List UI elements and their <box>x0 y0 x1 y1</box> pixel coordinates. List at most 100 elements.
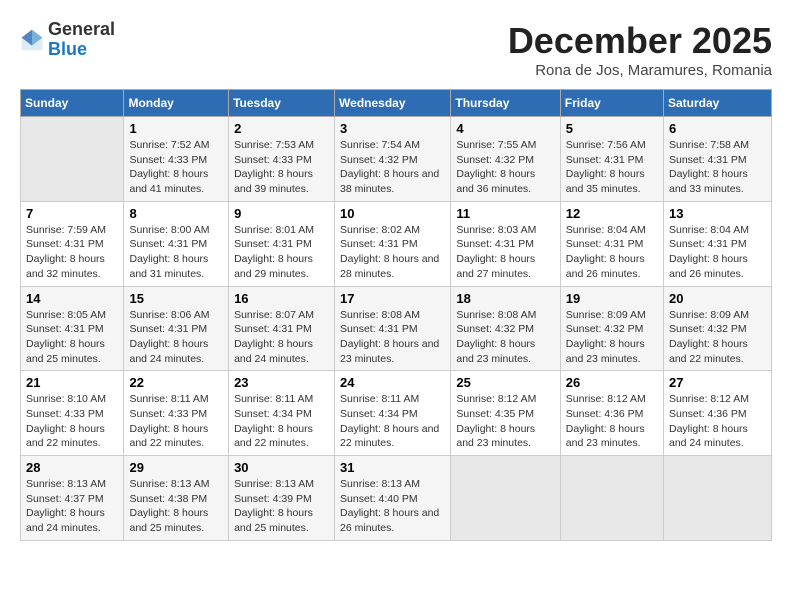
calendar-cell: 6Sunrise: 7:58 AMSunset: 4:31 PMDaylight… <box>664 117 772 202</box>
cell-content: Sunrise: 7:59 AMSunset: 4:31 PMDaylight:… <box>26 223 118 282</box>
calendar-week-row: 1Sunrise: 7:52 AMSunset: 4:33 PMDaylight… <box>21 117 772 202</box>
cell-content: Sunrise: 8:11 AMSunset: 4:34 PMDaylight:… <box>234 392 329 451</box>
calendar-cell: 26 Sunrise: 8:12 AMSunset: 4:36 PMDayligh… <box>560 371 663 456</box>
day-number: 7 <box>26 206 118 221</box>
cell-content: Sunrise: 8:02 AMSunset: 4:31 PMDaylight:… <box>340 223 445 282</box>
calendar-cell: 10 Sunrise: 8:02 AMSunset: 4:31 PMDayligh… <box>335 201 451 286</box>
cell-content: Sunrise: 7:58 AMSunset: 4:31 PMDaylight:… <box>669 138 766 197</box>
day-number: 31 <box>340 460 445 475</box>
calendar-cell <box>664 456 772 541</box>
calendar-week-row: 14 Sunrise: 8:05 AMSunset: 4:31 PMDayligh… <box>21 286 772 371</box>
logo-icon <box>20 28 44 52</box>
calendar-cell: 24 Sunrise: 8:11 AMSunset: 4:34 PMDayligh… <box>335 371 451 456</box>
cell-content: Sunrise: 8:11 AMSunset: 4:34 PMDaylight:… <box>340 392 445 451</box>
logo-text: General Blue <box>48 20 115 60</box>
cell-content: Sunrise: 8:10 AMSunset: 4:33 PMDaylight:… <box>26 392 118 451</box>
cell-content: Sunrise: 8:09 AMSunset: 4:32 PMDaylight:… <box>669 308 766 367</box>
calendar-cell: 13 Sunrise: 8:04 AMSunset: 4:31 PMDayligh… <box>664 201 772 286</box>
day-number: 9 <box>234 206 329 221</box>
calendar-cell: 16Sunrise: 8:07 AMSunset: 4:31 PMDayligh… <box>229 286 335 371</box>
column-header-sunday: Sunday <box>21 90 124 117</box>
calendar-cell: 29Sunrise: 8:13 AMSunset: 4:38 PMDayligh… <box>124 456 229 541</box>
cell-content: Sunrise: 8:12 AMSunset: 4:36 PMDaylight:… <box>669 392 766 451</box>
cell-content: Sunrise: 8:04 AMSunset: 4:31 PMDaylight:… <box>669 223 766 282</box>
calendar-week-row: 28Sunrise: 8:13 AMSunset: 4:37 PMDayligh… <box>21 456 772 541</box>
calendar-cell: 25 Sunrise: 8:12 AMSunset: 4:35 PMDayligh… <box>451 371 560 456</box>
cell-content: Sunrise: 8:11 AMSunset: 4:33 PMDaylight:… <box>129 392 223 451</box>
day-number: 25 <box>456 375 554 390</box>
subtitle: Rona de Jos, Maramures, Romania <box>508 62 772 79</box>
main-title: December 2025 <box>508 20 772 62</box>
title-section: December 2025 Rona de Jos, Maramures, Ro… <box>508 20 772 79</box>
day-number: 10 <box>340 206 445 221</box>
calendar-cell <box>451 456 560 541</box>
day-number: 26 <box>566 375 658 390</box>
calendar-cell: 28Sunrise: 8:13 AMSunset: 4:37 PMDayligh… <box>21 456 124 541</box>
calendar-cell: 14 Sunrise: 8:05 AMSunset: 4:31 PMDayligh… <box>21 286 124 371</box>
calendar-cell: 23Sunrise: 8:11 AMSunset: 4:34 PMDayligh… <box>229 371 335 456</box>
column-header-monday: Monday <box>124 90 229 117</box>
cell-content: Sunrise: 7:54 AMSunset: 4:32 PMDaylight:… <box>340 138 445 197</box>
calendar-table: SundayMondayTuesdayWednesdayThursdayFrid… <box>20 89 772 541</box>
day-number: 11 <box>456 206 554 221</box>
day-number: 24 <box>340 375 445 390</box>
cell-content: Sunrise: 7:55 AMSunset: 4:32 PMDaylight:… <box>456 138 554 197</box>
day-number: 2 <box>234 121 329 136</box>
cell-content: Sunrise: 8:08 AMSunset: 4:31 PMDaylight:… <box>340 308 445 367</box>
day-number: 17 <box>340 291 445 306</box>
logo-blue-text: Blue <box>48 40 115 60</box>
calendar-cell: 18Sunrise: 8:08 AMSunset: 4:32 PMDayligh… <box>451 286 560 371</box>
calendar-cell <box>21 117 124 202</box>
day-number: 30 <box>234 460 329 475</box>
cell-content: Sunrise: 7:56 AMSunset: 4:31 PMDaylight:… <box>566 138 658 197</box>
calendar-cell: 21 Sunrise: 8:10 AMSunset: 4:33 PMDayligh… <box>21 371 124 456</box>
cell-content: Sunrise: 8:13 AMSunset: 4:40 PMDaylight:… <box>340 477 445 536</box>
logo: General Blue <box>20 20 115 60</box>
calendar-cell <box>560 456 663 541</box>
calendar-cell: 4Sunrise: 7:55 AMSunset: 4:32 PMDaylight… <box>451 117 560 202</box>
column-header-friday: Friday <box>560 90 663 117</box>
cell-content: Sunrise: 8:13 AMSunset: 4:37 PMDaylight:… <box>26 477 118 536</box>
day-number: 14 <box>26 291 118 306</box>
cell-content: Sunrise: 8:00 AMSunset: 4:31 PMDaylight:… <box>129 223 223 282</box>
calendar-cell: 2 Sunrise: 7:53 AMSunset: 4:33 PMDaylight… <box>229 117 335 202</box>
column-header-saturday: Saturday <box>664 90 772 117</box>
logo-general-text: General <box>48 20 115 40</box>
calendar-cell: 30 Sunrise: 8:13 AMSunset: 4:39 PMDayligh… <box>229 456 335 541</box>
calendar-header-row: SundayMondayTuesdayWednesdayThursdayFrid… <box>21 90 772 117</box>
calendar-cell: 5 Sunrise: 7:56 AMSunset: 4:31 PMDaylight… <box>560 117 663 202</box>
day-number: 27 <box>669 375 766 390</box>
calendar-cell: 12 Sunrise: 8:04 AMSunset: 4:31 PMDayligh… <box>560 201 663 286</box>
column-header-thursday: Thursday <box>451 90 560 117</box>
cell-content: Sunrise: 8:13 AMSunset: 4:39 PMDaylight:… <box>234 477 329 536</box>
calendar-cell: 22 Sunrise: 8:11 AMSunset: 4:33 PMDayligh… <box>124 371 229 456</box>
day-number: 16 <box>234 291 329 306</box>
cell-content: Sunrise: 7:53 AMSunset: 4:33 PMDaylight:… <box>234 138 329 197</box>
cell-content: Sunrise: 8:03 AMSunset: 4:31 PMDaylight:… <box>456 223 554 282</box>
cell-content: Sunrise: 7:52 AMSunset: 4:33 PMDaylight:… <box>129 138 223 197</box>
calendar-cell: 31 Sunrise: 8:13 AMSunset: 4:40 PMDayligh… <box>335 456 451 541</box>
day-number: 12 <box>566 206 658 221</box>
day-number: 15 <box>129 291 223 306</box>
day-number: 21 <box>26 375 118 390</box>
day-number: 5 <box>566 121 658 136</box>
day-number: 22 <box>129 375 223 390</box>
column-header-wednesday: Wednesday <box>335 90 451 117</box>
calendar-cell: 8 Sunrise: 8:00 AMSunset: 4:31 PMDaylight… <box>124 201 229 286</box>
calendar-week-row: 21 Sunrise: 8:10 AMSunset: 4:33 PMDayligh… <box>21 371 772 456</box>
calendar-week-row: 7 Sunrise: 7:59 AMSunset: 4:31 PMDaylight… <box>21 201 772 286</box>
calendar-cell: 9Sunrise: 8:01 AMSunset: 4:31 PMDaylight… <box>229 201 335 286</box>
day-number: 8 <box>129 206 223 221</box>
cell-content: Sunrise: 8:06 AMSunset: 4:31 PMDaylight:… <box>129 308 223 367</box>
column-header-tuesday: Tuesday <box>229 90 335 117</box>
day-number: 13 <box>669 206 766 221</box>
cell-content: Sunrise: 8:04 AMSunset: 4:31 PMDaylight:… <box>566 223 658 282</box>
cell-content: Sunrise: 8:12 AMSunset: 4:35 PMDaylight:… <box>456 392 554 451</box>
cell-content: Sunrise: 8:09 AMSunset: 4:32 PMDaylight:… <box>566 308 658 367</box>
cell-content: Sunrise: 8:05 AMSunset: 4:31 PMDaylight:… <box>26 308 118 367</box>
cell-content: Sunrise: 8:12 AMSunset: 4:36 PMDaylight:… <box>566 392 658 451</box>
calendar-cell: 1Sunrise: 7:52 AMSunset: 4:33 PMDaylight… <box>124 117 229 202</box>
calendar-cell: 15 Sunrise: 8:06 AMSunset: 4:31 PMDayligh… <box>124 286 229 371</box>
header: General Blue December 2025 Rona de Jos, … <box>20 20 772 79</box>
calendar-cell: 20Sunrise: 8:09 AMSunset: 4:32 PMDayligh… <box>664 286 772 371</box>
